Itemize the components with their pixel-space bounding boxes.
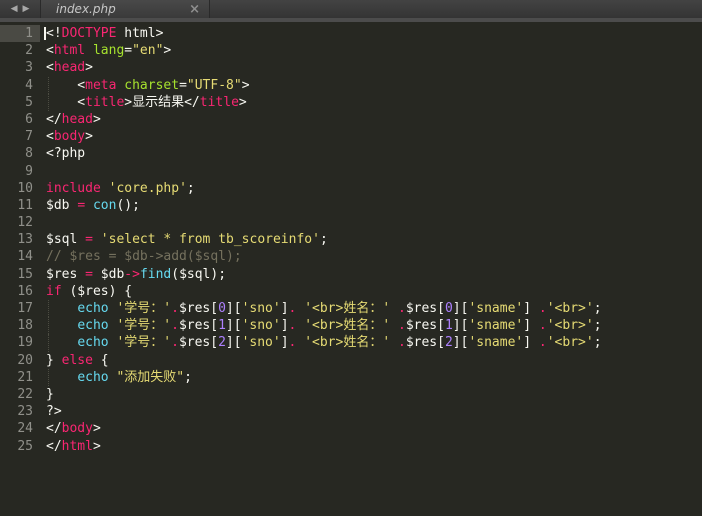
code-line[interactable]: 7<body> (0, 128, 702, 145)
code-line[interactable]: 14// $res = $db->add($sql); (0, 248, 702, 265)
code-editor[interactable]: 1<!DOCTYPE html>2<html lang="en">3<head>… (0, 22, 702, 512)
line-number: 3 (0, 59, 40, 76)
code-line[interactable]: 12 (0, 214, 702, 231)
tab-index-php[interactable]: index.php × (40, 0, 210, 18)
code-line[interactable]: 22} (0, 386, 702, 403)
code-line-text[interactable]: } (40, 386, 54, 403)
code-line[interactable]: 20} else { (0, 352, 702, 369)
code-line-text[interactable]: <head> (40, 59, 93, 76)
code-line-text[interactable] (40, 163, 46, 180)
code-line[interactable]: 21 echo "添加失败"; (0, 369, 702, 386)
code-line-text[interactable]: <html lang="en"> (40, 42, 171, 59)
code-line-text[interactable]: $sql = 'select * from tb_scoreinfo'; (40, 231, 328, 248)
line-number: 24 (0, 420, 40, 437)
code-line[interactable]: 17 echo '学号：'.$res[0]['sno']. '<br>姓名：' … (0, 300, 702, 317)
line-number: 4 (0, 77, 40, 94)
code-line[interactable]: 2<html lang="en"> (0, 42, 702, 59)
code-line-text[interactable]: <body> (40, 128, 93, 145)
line-number: 13 (0, 231, 40, 248)
indent-guide-line (48, 94, 49, 111)
line-number: 22 (0, 386, 40, 403)
code-line[interactable]: 8<?php (0, 145, 702, 162)
code-line[interactable]: 10include 'core.php'; (0, 180, 702, 197)
code-line-text[interactable]: $res = $db->find($sql); (40, 266, 226, 283)
code-line[interactable]: 11$db = con(); (0, 197, 702, 214)
line-number: 20 (0, 352, 40, 369)
code-line-text[interactable]: // $res = $db->add($sql); (40, 248, 242, 265)
code-line-text[interactable]: } else { (40, 352, 109, 369)
code-line[interactable]: 4 <meta charset="UTF-8"> (0, 77, 702, 94)
code-line-text[interactable]: $db = con(); (40, 197, 140, 214)
code-line[interactable]: 23?> (0, 403, 702, 420)
line-number: 25 (0, 438, 40, 455)
code-line-text[interactable]: <meta charset="UTF-8"> (40, 77, 250, 94)
code-line[interactable]: 6</head> (0, 111, 702, 128)
code-line[interactable]: 15$res = $db->find($sql); (0, 266, 702, 283)
tab-nav-buttons: ◀ ▶ (0, 0, 40, 18)
code-line[interactable]: 9 (0, 163, 702, 180)
code-line[interactable]: 19 echo '学号：'.$res[2]['sno']. '<br>姓名：' … (0, 334, 702, 351)
forward-arrow-icon[interactable]: ▶ (23, 5, 30, 14)
code-line-text[interactable]: ?> (40, 403, 62, 420)
code-line-text[interactable]: <?php (40, 145, 85, 162)
line-number: 2 (0, 42, 40, 59)
line-number: 16 (0, 283, 40, 300)
line-number: 11 (0, 197, 40, 214)
code-line[interactable]: 24</body> (0, 420, 702, 437)
text-caret (44, 27, 46, 40)
code-line[interactable]: 18 echo '学号：'.$res[1]['sno']. '<br>姓名：' … (0, 317, 702, 334)
tab-close-icon[interactable]: × (189, 3, 200, 16)
indent-guide-line (48, 334, 49, 351)
code-line-text[interactable]: echo "添加失败"; (40, 369, 192, 386)
code-line[interactable]: 25</html> (0, 438, 702, 455)
line-number: 21 (0, 369, 40, 386)
code-line-text[interactable]: echo '学号：'.$res[0]['sno']. '<br>姓名：' .$r… (40, 300, 602, 317)
indent-guide-line (48, 77, 49, 94)
code-line-text[interactable]: <!DOCTYPE html> (40, 25, 163, 42)
line-number: 1 (0, 25, 40, 42)
code-line-text[interactable]: </head> (40, 111, 101, 128)
sublime-window: ◀ ▶ index.php × 1<!DOCTYPE html>2<html l… (0, 0, 702, 516)
code-line[interactable]: 3<head> (0, 59, 702, 76)
code-line-text[interactable]: </html> (40, 438, 101, 455)
line-number: 7 (0, 128, 40, 145)
code-line-text[interactable]: <title>显示结果</title> (40, 94, 247, 111)
code-line-text[interactable]: echo '学号：'.$res[2]['sno']. '<br>姓名：' .$r… (40, 334, 602, 351)
line-number: 10 (0, 180, 40, 197)
code-line-text[interactable]: echo '学号：'.$res[1]['sno']. '<br>姓名：' .$r… (40, 317, 602, 334)
line-number: 9 (0, 163, 40, 180)
line-number: 5 (0, 94, 40, 111)
line-number: 8 (0, 145, 40, 162)
back-arrow-icon[interactable]: ◀ (11, 5, 18, 14)
code-line-text[interactable]: if ($res) { (40, 283, 132, 300)
code-line[interactable]: 16if ($res) { (0, 283, 702, 300)
code-line-text[interactable] (40, 214, 46, 231)
line-number: 23 (0, 403, 40, 420)
code-line-text[interactable]: </body> (40, 420, 101, 437)
code-line[interactable]: 1<!DOCTYPE html> (0, 25, 702, 42)
line-number: 15 (0, 266, 40, 283)
indent-guide-line (48, 369, 49, 386)
line-number: 17 (0, 300, 40, 317)
code-line[interactable]: 13$sql = 'select * from tb_scoreinfo'; (0, 231, 702, 248)
line-number: 6 (0, 111, 40, 128)
line-number: 12 (0, 214, 40, 231)
line-number: 19 (0, 334, 40, 351)
indent-guide-line (48, 317, 49, 334)
tab-title: index.php (56, 2, 189, 16)
line-number: 18 (0, 317, 40, 334)
code-line[interactable]: 5 <title>显示结果</title> (0, 94, 702, 111)
tab-bar: ◀ ▶ index.php × (0, 0, 702, 22)
line-number: 14 (0, 248, 40, 265)
code-line-text[interactable]: include 'core.php'; (40, 180, 195, 197)
indent-guide-line (48, 300, 49, 317)
